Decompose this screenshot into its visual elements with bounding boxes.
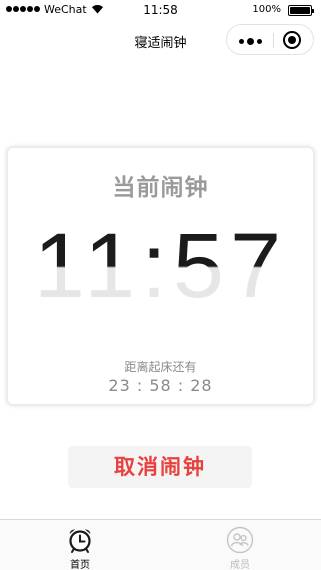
- alarm-clock-icon: [69, 529, 91, 553]
- countdown-label: 距离起床还有: [124, 360, 197, 374]
- tab-home-label: 首页: [70, 560, 90, 570]
- cancel-alarm-button[interactable]: 取消闹钟: [68, 446, 252, 488]
- alarm-time: 11:57: [8, 218, 313, 314]
- screen: WeChat 11:58 100% 寝适闹钟 当前闹钟 11:57 距离起床还有…: [0, 0, 321, 570]
- tab-home[interactable]: 首页: [0, 520, 160, 570]
- close-mini-program-icon[interactable]: [283, 31, 301, 49]
- more-icon[interactable]: [239, 38, 262, 45]
- battery-percentage: 100%: [252, 4, 281, 15]
- tab-members[interactable]: 成员: [160, 520, 320, 570]
- battery-icon: [288, 5, 314, 16]
- tab-bar: 首页 成员: [0, 519, 321, 570]
- countdown-value: 23 : 58 : 28: [108, 376, 213, 395]
- status-bar: WeChat 11:58 100%: [0, 0, 321, 20]
- mini-program-capsule: [226, 24, 314, 55]
- capsule-divider: [273, 33, 274, 48]
- card-title: 当前闹钟: [112, 175, 209, 201]
- tab-members-label: 成员: [230, 560, 250, 570]
- current-alarm-card: 当前闹钟 11:57 距离起床还有 23 : 58 : 28: [7, 147, 314, 405]
- members-icon: [226, 526, 254, 554]
